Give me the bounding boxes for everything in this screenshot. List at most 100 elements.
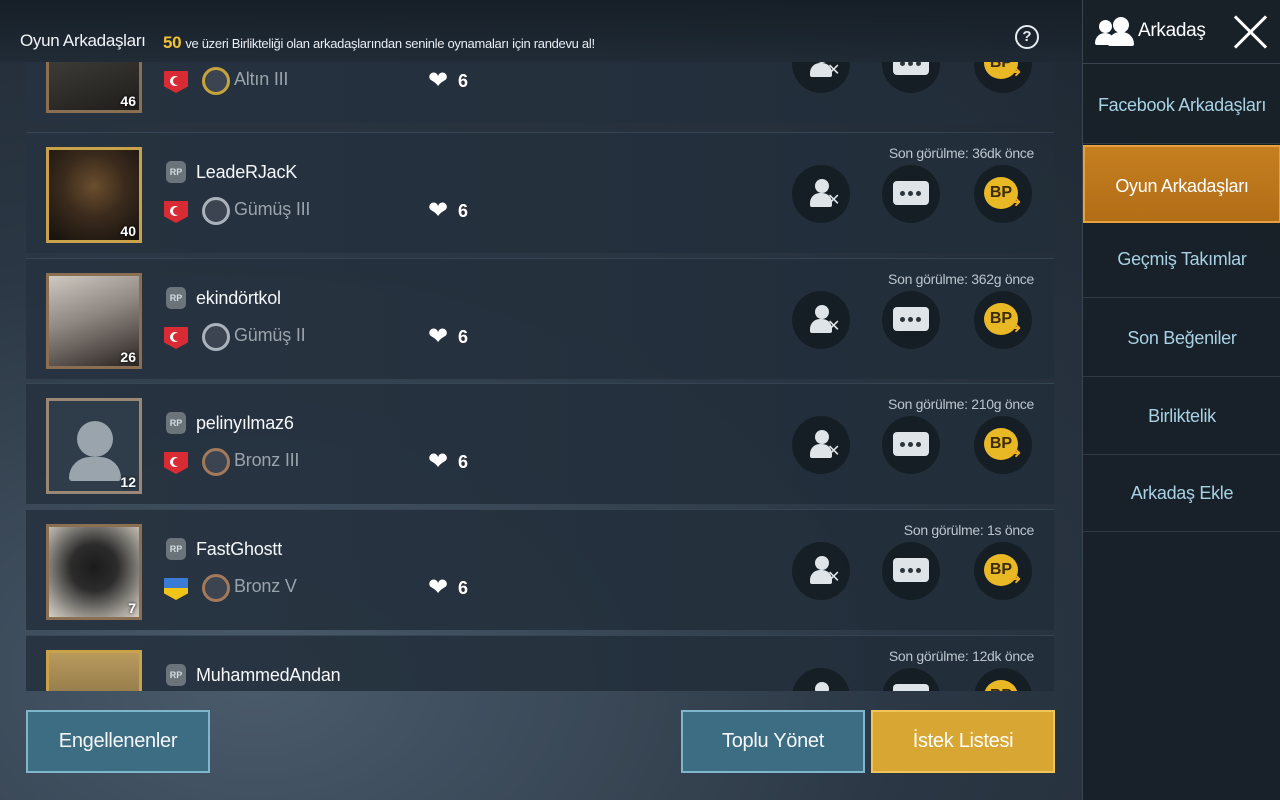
friend-row: 40 RP LeadeRJacK Gümüş III ❤ 6 Son görül… [26, 132, 1054, 253]
tier-icon [202, 197, 230, 225]
friend-row: RP MuhammedAndan Son görülme: 12dk önce … [26, 635, 1054, 691]
notice-number: 50 [163, 33, 182, 52]
sidebar-item-game-friends[interactable]: Oyun Arkadaşları [1083, 145, 1280, 223]
level-number: 26 [120, 349, 136, 365]
remove-friend-button[interactable]: ✕ [792, 416, 850, 474]
tier-icon [202, 67, 230, 95]
rp-badge: RP [166, 538, 186, 560]
tier-label: Altın III [234, 69, 289, 89]
heart-icon: ❤ [428, 323, 449, 350]
level-number: 46 [120, 93, 136, 109]
level-number: 40 [120, 223, 136, 239]
rp-badge: RP [166, 664, 186, 686]
avatar[interactable]: 7 [46, 524, 142, 620]
page-title: Oyun Arkadaşları [20, 31, 146, 50]
send-bp-button[interactable]: BP ➜ [974, 62, 1032, 93]
remove-friend-button[interactable]: ✕ [792, 291, 850, 349]
send-arrow-icon: ➜ [1008, 571, 1022, 588]
rp-badge: RP [166, 287, 186, 309]
sidebar: Arkadaş Facebook Arkadaşları Oyun Arkada… [1082, 0, 1280, 800]
remove-friend-button[interactable]: ✕ [792, 165, 850, 223]
help-icon[interactable]: ? [1015, 25, 1039, 49]
send-bp-button[interactable]: BP ➜ [974, 416, 1032, 474]
sidebar-item-intimacy[interactable]: Birliktelik [1083, 377, 1280, 455]
like-count: 6 [458, 327, 469, 347]
friends-screen: Oyun Arkadaşları 50 ve üzeri Birlikteliği… [0, 0, 1280, 800]
chat-button[interactable] [882, 165, 940, 223]
request-list-button[interactable]: İstek Listesi [871, 710, 1055, 773]
like-count: 6 [458, 201, 469, 221]
chat-button[interactable] [882, 416, 940, 474]
notice-text: ve üzeri Birlikteliği olan arkadaşlarınd… [185, 36, 595, 51]
chat-button[interactable] [882, 542, 940, 600]
friend-row: 26 RP ekindörtkol Gümüş II ❤ 6 Son görül… [26, 258, 1054, 379]
sidebar-title: Arkadaş [1138, 20, 1206, 41]
sidebar-header: Arkadaş [1083, 0, 1280, 64]
friend-list[interactable]: 46 Altın III ❤ 6 ✕ BP ➜ 40 RP LeadeRJacK… [26, 62, 1056, 691]
heart-icon: ❤ [428, 67, 449, 94]
friend-name[interactable]: LeadeRJacK [196, 162, 297, 183]
last-seen-text: Son görülme: 36dk önce [888, 145, 1034, 161]
chat-icon [893, 432, 929, 456]
avatar[interactable]: 26 [46, 273, 142, 369]
rp-badge: RP [166, 412, 186, 434]
send-arrow-icon: ➜ [1008, 194, 1022, 211]
like-count: 6 [458, 452, 469, 472]
remove-friend-button[interactable]: ✕ [792, 668, 850, 691]
chat-button[interactable] [882, 62, 940, 93]
avatar[interactable]: 46 [46, 62, 142, 113]
last-seen-text: Son görülme: 1s önce [903, 522, 1035, 538]
avatar[interactable]: 12 [46, 398, 142, 494]
send-bp-button[interactable]: BP ➜ [974, 668, 1032, 691]
tier-label: Bronz V [234, 576, 297, 596]
blocked-list-button[interactable]: Engellenenler [26, 710, 210, 773]
chat-button[interactable] [882, 668, 940, 691]
last-seen-text: Son görülme: 362g önce [888, 271, 1034, 287]
level-number: 7 [128, 600, 136, 616]
chat-icon [893, 684, 929, 691]
last-seen-text: Son görülme: 210g önce [888, 396, 1034, 412]
send-arrow-icon: ➜ [1008, 64, 1022, 81]
flag-icon [164, 452, 188, 474]
chat-icon [893, 181, 929, 205]
send-bp-button[interactable]: BP ➜ [974, 165, 1032, 223]
friend-name[interactable]: MuhammedAndan [196, 665, 341, 686]
tier-label: Bronz III [234, 450, 300, 470]
friend-name[interactable]: pelinyılmaz6 [196, 413, 294, 434]
heart-icon: ❤ [428, 448, 449, 475]
sidebar-item-add-friend[interactable]: Arkadaş Ekle [1083, 454, 1280, 532]
flag-icon [164, 71, 188, 93]
remove-friend-button[interactable]: ✕ [792, 542, 850, 600]
flag-icon [164, 201, 188, 223]
sidebar-item-facebook-friends[interactable]: Facebook Arkadaşları [1083, 66, 1280, 144]
default-avatar-icon [77, 421, 113, 457]
friend-name[interactable]: FastGhostt [196, 539, 282, 560]
send-bp-button[interactable]: BP ➜ [974, 542, 1032, 600]
chat-icon [893, 62, 929, 75]
send-arrow-icon: ➜ [1008, 320, 1022, 337]
remove-friend-icon: ✕ [809, 556, 840, 586]
sidebar-item-past-teams[interactable]: Geçmiş Takımlar [1083, 220, 1280, 298]
bulk-manage-button[interactable]: Toplu Yönet [681, 710, 865, 773]
avatar[interactable] [46, 650, 142, 691]
heart-icon: ❤ [428, 197, 449, 224]
friend-name[interactable]: ekindörtkol [196, 288, 281, 309]
remove-friend-icon: ✕ [809, 62, 840, 79]
tier-icon [202, 323, 230, 351]
friend-row: 46 Altın III ❤ 6 ✕ BP ➜ [26, 62, 1054, 123]
friend-row: 7 RP FastGhostt Bronz V ❤ 6 Son görülme:… [26, 509, 1054, 630]
sidebar-item-recent-likes[interactable]: Son Beğeniler [1083, 299, 1280, 377]
bp-coin-icon: BP [984, 680, 1018, 691]
region-flag-icon [164, 578, 188, 600]
header-notice: 50 ve üzeri Birlikteliği olan arkadaşları… [163, 33, 595, 53]
heart-icon: ❤ [428, 574, 449, 601]
avatar[interactable]: 40 [46, 147, 142, 243]
rp-badge: RP [166, 161, 186, 183]
remove-friend-button[interactable]: ✕ [792, 62, 850, 93]
friend-row: 12 RP pelinyılmaz6 Bronz III ❤ 6 Son gör… [26, 383, 1054, 504]
send-arrow-icon: ➜ [1008, 445, 1022, 462]
close-icon[interactable] [1231, 12, 1271, 52]
tier-label: Gümüş II [234, 325, 306, 345]
chat-button[interactable] [882, 291, 940, 349]
send-bp-button[interactable]: BP ➜ [974, 291, 1032, 349]
